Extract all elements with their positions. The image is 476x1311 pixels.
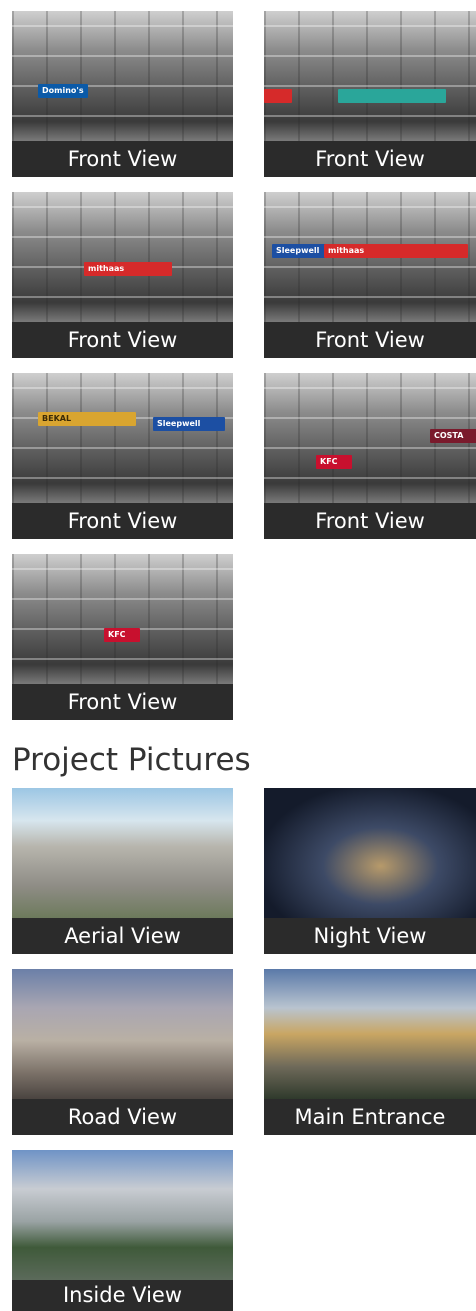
night-view-photo (264, 788, 476, 918)
photo-caption: Front View (12, 322, 233, 358)
store-sign-costa: COSTA (430, 429, 476, 443)
front-view-photo: BEKAL Sleepwell (12, 373, 233, 503)
project-picture-inside-view[interactable]: Inside View (12, 1150, 233, 1311)
road-view-photo (12, 969, 233, 1099)
photo-caption: Front View (264, 503, 476, 539)
store-sign-bekal: BEKAL (38, 412, 136, 426)
store-sign-dominos: Domino's (38, 84, 88, 98)
front-view-photo (264, 11, 476, 141)
front-view-photo: KFC COSTA (264, 373, 476, 503)
store-sign-kfc: KFC (316, 455, 352, 469)
store-sign-mithaas: mithaas (324, 244, 468, 258)
aerial-view-photo (12, 788, 233, 918)
store-sign-mithaas: mithaas (84, 262, 172, 276)
main-entrance-photo (264, 969, 476, 1099)
photo-caption: Front View (264, 141, 476, 177)
front-view-photo: Domino's (12, 11, 233, 141)
project-picture-aerial-view[interactable]: Aerial View (12, 788, 233, 954)
photo-caption: Main Entrance (264, 1099, 476, 1135)
front-view-photo: mithaas (12, 192, 233, 322)
store-sign-sleepwell: Sleepwell (153, 417, 225, 431)
project-picture-main-entrance[interactable]: Main Entrance (264, 969, 476, 1135)
photo-caption: Night View (264, 918, 476, 954)
photo-caption: Front View (12, 503, 233, 539)
section-heading-project-pictures: Project Pictures (12, 742, 251, 778)
front-view-tile-5[interactable]: BEKAL Sleepwell Front View (12, 373, 233, 539)
front-view-tile-4[interactable]: Sleepwell mithaas Front View (264, 192, 476, 358)
front-view-tile-6[interactable]: KFC COSTA Front View (264, 373, 476, 539)
photo-caption: Road View (12, 1099, 233, 1135)
photo-caption: Front View (12, 141, 233, 177)
front-view-tile-1[interactable]: Domino's Front View (12, 11, 233, 177)
photo-caption: Front View (264, 322, 476, 358)
photo-caption: Front View (12, 684, 233, 720)
store-sign-red (264, 89, 292, 103)
front-view-tile-3[interactable]: mithaas Front View (12, 192, 233, 358)
store-sign-teal (338, 89, 446, 103)
store-sign-sleepwell: Sleepwell (272, 244, 326, 258)
photo-caption: Inside View (12, 1280, 233, 1311)
store-sign-kfc: KFC (104, 628, 140, 642)
project-picture-road-view[interactable]: Road View (12, 969, 233, 1135)
photo-caption: Aerial View (12, 918, 233, 954)
front-view-photo: KFC (12, 554, 233, 684)
front-view-tile-7[interactable]: KFC Front View (12, 554, 233, 720)
front-view-tile-2[interactable]: Front View (264, 11, 476, 177)
front-view-photo: Sleepwell mithaas (264, 192, 476, 322)
inside-view-photo (12, 1150, 233, 1280)
project-picture-night-view[interactable]: Night View (264, 788, 476, 954)
